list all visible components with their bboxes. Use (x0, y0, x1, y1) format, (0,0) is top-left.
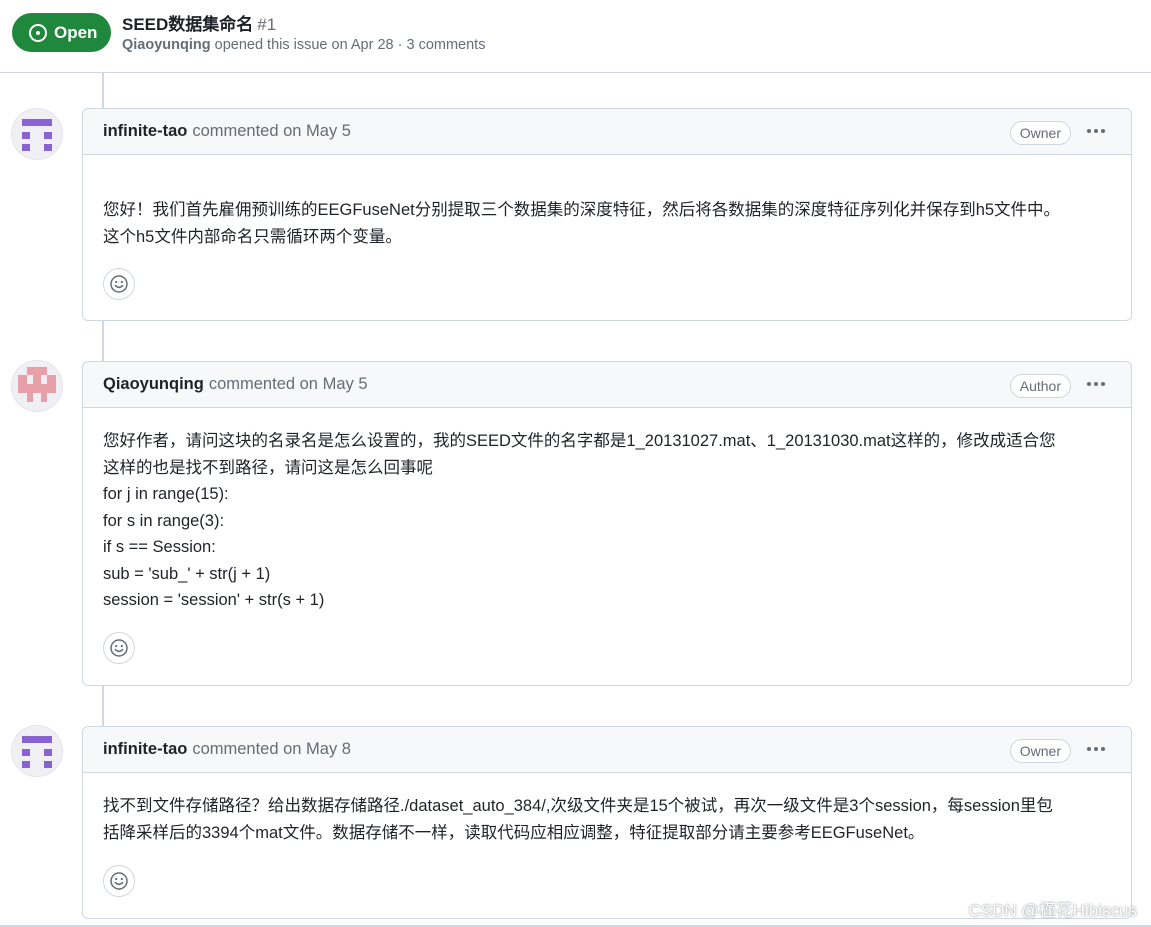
issue-meta: Qiaoyunqing opened this issue on Apr 28 … (122, 37, 485, 53)
avatar[interactable] (11, 725, 63, 777)
role-badge: Owner (1009, 121, 1071, 145)
comment-menu-button[interactable] (1083, 737, 1109, 761)
kebab-dot (1094, 129, 1098, 133)
comment-line: 括降采样后的3394个mat文件。数据存储不一样，读取代码应相应调整，特征提取部… (103, 823, 925, 842)
comment-timestamp-link[interactable]: commented on May 8 (192, 740, 351, 759)
comment-line: for j in range(15): (103, 485, 229, 503)
issue-opened-icon (29, 23, 47, 42)
comment-author-link[interactable]: infinite-tao (103, 740, 187, 759)
smiley-icon (110, 275, 128, 293)
comment-body: 您好作者，请问这块的名录名是怎么设置的，我的SEED文件的名字都是1_20131… (83, 408, 1131, 614)
comment-timestamp-link[interactable]: commented on May 5 (192, 122, 351, 141)
kebab-dot (1094, 382, 1098, 386)
comment-line: for s in range(3): (103, 511, 225, 530)
issue-state-label: Open (54, 22, 98, 42)
kebab-dot (1087, 129, 1091, 133)
comment-menu-button[interactable] (1083, 372, 1109, 396)
comment-line: 这个h5文件内部命名只需循环两个变量。 (103, 227, 402, 246)
timeline-line (102, 320, 104, 362)
issue-title-text: SEED数据集命名 (122, 15, 254, 34)
smiley-icon (110, 639, 128, 657)
comment-line: 找不到文件存储路径？给出数据存储路径./dataset_auto_384/,次级… (103, 797, 1053, 815)
issue-header: Open SEED数据集命名 #1 Qiaoyunqing opened this… (0, 0, 1151, 73)
avatar[interactable] (11, 360, 63, 412)
timeline-line (102, 73, 104, 109)
kebab-dot (1087, 747, 1091, 751)
add-reaction-button[interactable] (103, 865, 135, 897)
comment-body: 找不到文件存储路径？给出数据存储路径./dataset_auto_384/,次级… (83, 773, 1131, 846)
comment-menu-button[interactable] (1083, 119, 1109, 143)
kebab-dot (1101, 747, 1105, 751)
comment-header: Qiaoyunqing commented on May 5 Author (83, 362, 1131, 408)
add-reaction-button[interactable] (103, 268, 135, 300)
comment-line: 您好！我们首先雇佣预训练的EEGFuseNet分别提取三个数据集的深度特征，然后… (103, 201, 1061, 219)
comment-header: infinite-tao commented on May 8 Owner (83, 727, 1131, 773)
kebab-dot (1094, 747, 1098, 751)
identicon-purple (12, 109, 62, 159)
identicon-purple (12, 726, 62, 776)
comment-line: if s == Session: (103, 538, 216, 556)
smiley-icon (110, 872, 128, 890)
issue-meta-text: opened this issue on Apr 28 · 3 comments (214, 37, 486, 53)
comment: Qiaoyunqing commented on May 5 Author 您好… (82, 361, 1132, 686)
comment: infinite-tao commented on May 8 Owner 找不… (82, 726, 1132, 919)
role-badge: Owner (1009, 739, 1071, 763)
comment: infinite-tao commented on May 5 Owner 您好… (82, 108, 1132, 321)
timeline-line (102, 685, 104, 727)
role-badge: Author (1009, 374, 1071, 398)
comment-line: 您好作者，请问这块的名录名是怎么设置的，我的SEED文件的名字都是1_20131… (103, 432, 1056, 450)
kebab-dot (1101, 382, 1105, 386)
add-reaction-button[interactable] (103, 632, 135, 664)
comment-line: session = 'session' + str(s + 1) (103, 591, 325, 609)
identicon-pink (12, 361, 62, 411)
kebab-dot (1087, 382, 1091, 386)
comment-header: infinite-tao commented on May 5 Owner (83, 109, 1131, 155)
comment-line: 这样的也是找不到路径，请问这是怎么回事呢 (103, 458, 433, 477)
issue-author-link[interactable]: Qiaoyunqing (122, 37, 211, 53)
issue-state-badge: Open (12, 13, 111, 52)
csdn-watermark: CSDN @槿花Hibiscus (968, 901, 1137, 920)
avatar[interactable] (11, 108, 63, 160)
issue-number[interactable]: #1 (257, 15, 276, 34)
comment-author-link[interactable]: Qiaoyunqing (103, 375, 204, 394)
comment-body: 您好！我们首先雇佣预训练的EEGFuseNet分别提取三个数据集的深度特征，然后… (83, 155, 1131, 250)
issue-title: SEED数据集命名 #1 (122, 10, 276, 35)
kebab-dot (1101, 129, 1105, 133)
comment-timestamp-link[interactable]: commented on May 5 (209, 375, 368, 394)
comment-line: sub = 'sub_' + str(j + 1) (103, 564, 271, 583)
comment-author-link[interactable]: infinite-tao (103, 122, 187, 141)
